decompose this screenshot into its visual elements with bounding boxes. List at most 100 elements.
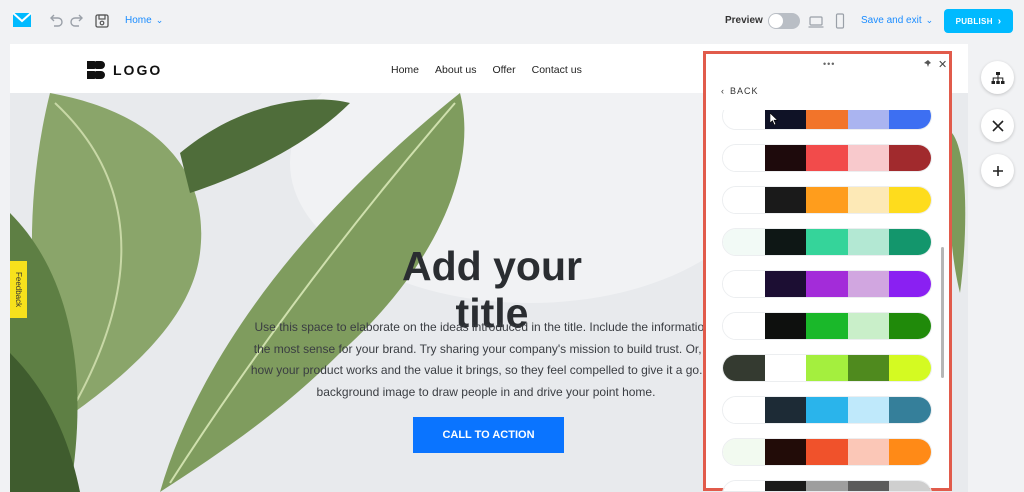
- color-swatch: [723, 481, 765, 491]
- save-and-exit-label: Save and exit: [861, 15, 922, 26]
- sitemap-button[interactable]: [981, 61, 1014, 94]
- color-swatch: [889, 229, 931, 255]
- publish-label: PUBLISH: [955, 16, 993, 26]
- color-swatch: [764, 271, 807, 297]
- palette-option[interactable]: [722, 438, 932, 466]
- chevron-right-icon: ›: [997, 15, 1002, 27]
- nav-item-offer[interactable]: Offer: [492, 64, 515, 76]
- color-swatch: [847, 145, 890, 171]
- color-swatch: [764, 145, 807, 171]
- mouse-cursor-icon: [770, 113, 778, 125]
- color-swatch: [764, 229, 807, 255]
- panel-scrollbar[interactable]: [941, 247, 944, 378]
- color-swatch: [889, 145, 931, 171]
- color-swatch: [847, 229, 890, 255]
- palette-option[interactable]: [722, 480, 932, 491]
- palette-option[interactable]: [722, 396, 932, 424]
- color-swatch: [889, 439, 931, 465]
- color-swatch: [806, 145, 848, 171]
- back-label: BACK: [730, 86, 759, 96]
- palette-option[interactable]: [722, 270, 932, 298]
- feedback-tab[interactable]: Feedback: [10, 261, 27, 318]
- color-swatch: [723, 187, 765, 213]
- preview-toggle[interactable]: [768, 13, 800, 29]
- publish-button[interactable]: PUBLISH ›: [944, 9, 1013, 33]
- color-swatch: [764, 187, 807, 213]
- chevron-down-icon: ⌄: [155, 15, 164, 25]
- back-button[interactable]: ‹ BACK: [721, 86, 759, 96]
- color-swatch: [806, 481, 848, 491]
- color-swatch: [847, 110, 890, 129]
- nav-item-home[interactable]: Home: [391, 64, 419, 76]
- desktop-view-icon[interactable]: [808, 14, 824, 30]
- color-swatch: [889, 313, 931, 339]
- save-and-exit-menu[interactable]: Save and exit ⌄: [861, 15, 933, 26]
- sitemap-icon: [991, 71, 1004, 84]
- chevron-down-icon: ⌄: [925, 15, 934, 25]
- close-icon[interactable]: ✕: [938, 58, 947, 71]
- color-swatch: [889, 110, 931, 129]
- color-swatch: [723, 110, 765, 129]
- color-swatch: [806, 229, 848, 255]
- color-swatch: [847, 355, 890, 381]
- page-selector[interactable]: Home ⌄: [125, 15, 163, 26]
- hero-body-line: the most sense for your brand. Try shari…: [253, 341, 719, 356]
- palette-option[interactable]: [722, 144, 932, 172]
- color-swatch: [889, 481, 931, 491]
- drag-handle-icon[interactable]: •••: [823, 59, 835, 69]
- pin-icon[interactable]: [923, 59, 933, 69]
- color-swatch: [723, 313, 765, 339]
- hero-body-text[interactable]: Use this space to elaborate on the ideas…: [196, 317, 776, 403]
- color-swatch: [764, 397, 807, 423]
- page-selector-label: Home: [125, 15, 152, 26]
- color-swatch: [806, 187, 848, 213]
- color-swatch: [764, 481, 807, 491]
- color-swatch: [806, 313, 848, 339]
- add-section-button[interactable]: [981, 154, 1014, 187]
- site-logo-text: LOGO: [113, 62, 163, 78]
- color-swatch: [806, 397, 848, 423]
- nav-item-about-us[interactable]: About us: [435, 64, 476, 76]
- color-swatch: [723, 229, 765, 255]
- site-nav: Home About us Offer Contact us: [391, 64, 582, 76]
- color-swatch: [847, 271, 890, 297]
- color-swatch: [764, 313, 807, 339]
- save-icon[interactable]: [94, 13, 110, 29]
- close-icon: [991, 119, 1004, 132]
- color-swatch: [847, 397, 890, 423]
- close-editor-button[interactable]: [981, 109, 1014, 142]
- call-to-action-button[interactable]: CALL TO ACTION: [413, 417, 564, 453]
- color-palette-panel[interactable]: ••• ✕ ‹ BACK: [703, 51, 952, 491]
- palette-option[interactable]: [722, 354, 932, 382]
- color-swatch: [723, 145, 765, 171]
- mobile-view-icon[interactable]: [832, 13, 848, 29]
- logo-mark-icon: [87, 61, 105, 79]
- color-swatch: [806, 271, 848, 297]
- color-swatch: [723, 271, 765, 297]
- palette-list: [706, 110, 949, 491]
- color-swatch: [847, 313, 890, 339]
- undo-icon[interactable]: [48, 13, 64, 29]
- mail-logo-icon[interactable]: [12, 12, 32, 28]
- palette-option[interactable]: [722, 186, 932, 214]
- color-swatch: [889, 271, 931, 297]
- color-swatch: [847, 187, 890, 213]
- palette-option[interactable]: [722, 312, 932, 340]
- palette-option[interactable]: [722, 110, 932, 130]
- color-swatch: [723, 439, 765, 465]
- color-swatch: [847, 481, 890, 491]
- palette-option[interactable]: [722, 228, 932, 256]
- preview-label: Preview: [725, 15, 763, 26]
- color-swatch: [764, 439, 807, 465]
- hero-body-line: how your product works and the value it …: [250, 363, 722, 377]
- color-swatch: [764, 355, 807, 381]
- chevron-left-icon: ‹: [721, 86, 725, 96]
- color-swatch: [723, 355, 765, 381]
- site-logo[interactable]: LOGO: [86, 60, 162, 80]
- color-swatch: [889, 397, 931, 423]
- nav-item-contact-us[interactable]: Contact us: [532, 64, 582, 76]
- feedback-label: Feedback: [14, 271, 23, 308]
- color-swatch: [889, 355, 931, 381]
- redo-icon[interactable]: [69, 13, 85, 29]
- color-swatch: [806, 355, 848, 381]
